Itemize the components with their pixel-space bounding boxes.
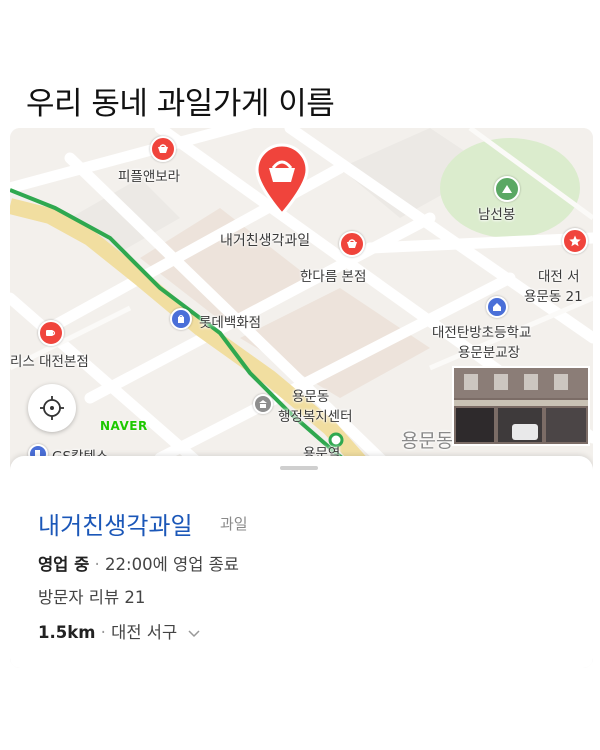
map-label-daejeon-seo-address[interactable]: 용문동 21 (524, 285, 583, 305)
park-icon[interactable] (494, 176, 520, 202)
school-icon[interactable] (486, 296, 508, 318)
star-icon[interactable] (562, 228, 588, 254)
business-hours-row[interactable]: 영업 중 · 22:00에 영업 종료 (38, 551, 239, 575)
map-label-district: 용문동 (401, 430, 454, 452)
coffee-icon[interactable] (38, 320, 64, 346)
sheet-drag-handle[interactable] (280, 466, 318, 470)
department-store-icon[interactable] (170, 308, 192, 330)
map-label-lotte[interactable]: 롯데백화점 (199, 311, 261, 331)
separator-dot-2: · (100, 623, 112, 642)
map-label-piple[interactable]: 피플앤보라 (118, 165, 180, 185)
crosshair-icon (40, 396, 64, 420)
area: 대전 서구 (111, 623, 178, 642)
map-screenshot: 피플앤보라 내거친생각과일 한다름 본점 남선봉 대전 서 용문동 21 롯데백… (10, 128, 593, 668)
map-label-school-branch[interactable]: 용문분교장 (458, 341, 520, 361)
cafe-icon[interactable] (150, 136, 176, 162)
map-label-yongmun-center[interactable]: 용문동 (292, 385, 329, 405)
current-location-button[interactable] (28, 384, 76, 432)
chevron-down-icon[interactable] (188, 623, 200, 642)
selected-place-pin-icon[interactable] (253, 142, 311, 220)
map-label-yongmun-center-2[interactable]: 행정복지센터 (278, 405, 353, 425)
map-label-starbucks[interactable]: 리스 대전본점 (10, 350, 89, 370)
naver-logo: NAVER (100, 419, 148, 433)
map-label-daejeon-seo[interactable]: 대전 서 (538, 265, 580, 285)
place-info-sheet: 내거친생각과일 과일 영업 중 · 22:00에 영업 종료 방문자 리뷰 21… (10, 456, 593, 668)
separator-dot: · (94, 555, 106, 574)
fruit-shop-icon[interactable] (339, 231, 365, 257)
caption-title: 우리 동네 과일가게 이름 (26, 86, 335, 122)
government-office-icon[interactable] (253, 394, 273, 414)
storefront-photo[interactable] (452, 366, 590, 446)
distance: 1.5km (38, 623, 96, 642)
map-label-namseonbong[interactable]: 남선봉 (478, 203, 515, 223)
distance-row[interactable]: 1.5km · 대전 서구 (38, 619, 200, 643)
open-status: 영업 중 (38, 555, 90, 574)
place-name[interactable]: 내거친생각과일 (38, 506, 193, 541)
map-label-selected[interactable]: 내거친생각과일 (220, 230, 310, 250)
closing-time: 22:00에 영업 종료 (105, 555, 239, 574)
map-label-school[interactable]: 대전탄방초등학교 (432, 321, 531, 341)
place-category: 과일 (220, 515, 248, 533)
map-label-handarum[interactable]: 한다름 본점 (300, 265, 366, 285)
visitor-reviews[interactable]: 방문자 리뷰 21 (38, 584, 145, 608)
